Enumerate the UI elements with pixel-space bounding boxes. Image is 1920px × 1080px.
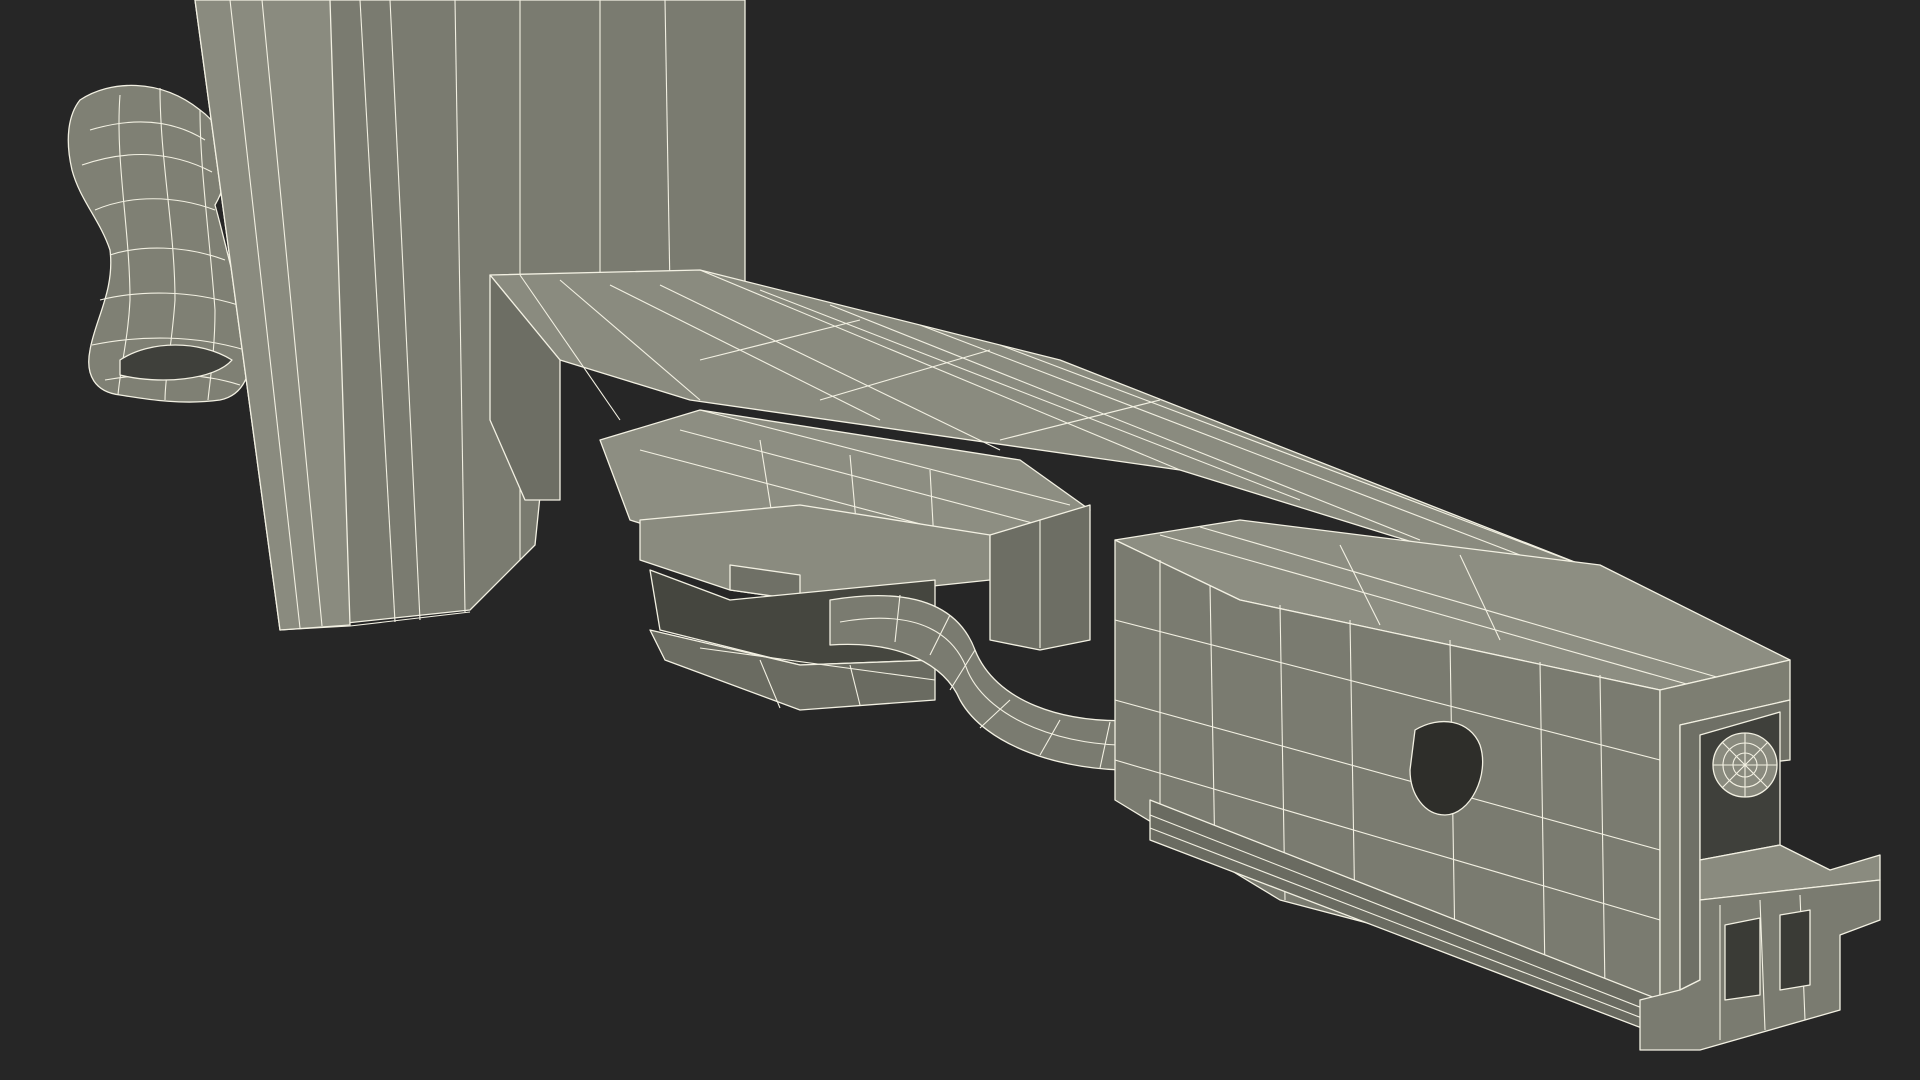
wireframe-model-viewport xyxy=(0,0,1920,1080)
